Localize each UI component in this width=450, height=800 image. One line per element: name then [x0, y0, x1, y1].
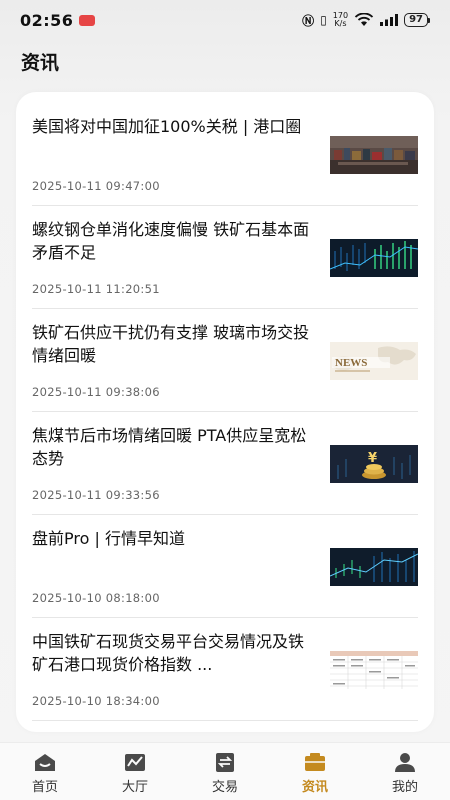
network-speed: 170 K/s — [333, 12, 348, 28]
news-item[interactable]: 焦煤节后市场情绪回暖 PTA供应呈宽松态势 2025-10-11 09:33:5… — [32, 412, 418, 515]
page-title: 资讯 — [21, 52, 60, 74]
news-title: 美国将对中国加征100%关税 | 港口圈 — [32, 117, 302, 136]
news-time: 2025-10-11 09:38:06 — [32, 385, 160, 399]
stock-chart-thumbnail — [330, 548, 418, 586]
news-map-thumbnail: NEWS — [330, 342, 418, 380]
news-text: 中国铁矿石现货交易平台交易情况及铁矿石港口现货价格指数 ... 2025-10-… — [32, 618, 316, 720]
news-text: 螺纹钢仓单消化速度偏慢 铁矿石基本面矛盾不足 2025-10-11 11:20:… — [32, 206, 316, 308]
status-bar: 02:56 Ⓝ ▯ 170 K/s 97 — [0, 0, 450, 40]
nav-item-news[interactable]: 资讯 — [280, 743, 350, 795]
stock-chart-thumbnail — [330, 239, 418, 277]
price-table-thumbnail — [330, 651, 418, 689]
news-list: 美国将对中国加征100%关税 | 港口圈 2025-10-11 09:47:00 — [16, 103, 434, 721]
news-icon — [305, 753, 325, 771]
news-item[interactable]: 螺纹钢仓单消化速度偏慢 铁矿石基本面矛盾不足 2025-10-11 11:20:… — [32, 206, 418, 309]
news-text: 铁矿石供应干扰仍有支撑 玻璃市场交投情绪回暖 2025-10-11 09:38:… — [32, 309, 316, 411]
svg-text:NEWS: NEWS — [335, 357, 367, 369]
speed-unit: K/s — [334, 19, 347, 28]
nav-item-hall[interactable]: 大厅 — [100, 743, 170, 795]
svg-text:¥: ¥ — [368, 451, 377, 466]
news-item[interactable]: 铁矿石供应干扰仍有支撑 玻璃市场交投情绪回暖 2025-10-11 09:38:… — [32, 309, 418, 412]
notification-badge-icon — [79, 15, 96, 26]
nav-label-trade: 交易 — [211, 780, 238, 795]
nav-label-news: 资讯 — [301, 780, 328, 795]
trade-icon — [216, 753, 234, 772]
news-text: 盘前Pro | 行情早知道 2025-10-10 08:18:00 — [32, 515, 316, 617]
port-containers-thumbnail — [330, 136, 418, 174]
news-title: 盘前Pro | 行情早知道 — [32, 529, 185, 548]
clock: 02:56 — [20, 10, 74, 30]
news-text: 美国将对中国加征100%关税 | 港口圈 2025-10-11 09:47:00 — [32, 103, 316, 205]
nav-label-profile: 我的 — [391, 780, 418, 795]
battery-level: 97 — [404, 13, 428, 27]
news-item[interactable]: 中国铁矿石现货交易平台交易情况及铁矿石港口现货价格指数 ... 2025-10-… — [32, 618, 418, 721]
status-icons: Ⓝ ▯ 170 K/s 97 — [302, 12, 430, 29]
nav-item-home[interactable]: 首页 — [10, 743, 80, 795]
nav-label-hall: 大厅 — [121, 780, 148, 795]
news-time: 2025-10-11 09:47:00 — [32, 179, 160, 193]
news-text: 焦煤节后市场情绪回暖 PTA供应呈宽松态势 2025-10-11 09:33:5… — [32, 412, 316, 514]
nav-item-profile[interactable]: 我的 — [370, 743, 440, 795]
bottom-nav: 首页 大厅 交易 资讯 我的 — [0, 742, 450, 800]
nav-item-trade[interactable]: 交易 — [190, 743, 260, 795]
news-item[interactable]: 盘前Pro | 行情早知道 2025-10-10 08:18:00 — [32, 515, 418, 618]
news-item[interactable]: 美国将对中国加征100%关税 | 港口圈 2025-10-11 09:47:00 — [32, 103, 418, 206]
news-time: 2025-10-10 08:18:00 — [32, 591, 160, 605]
battery-icon: 97 — [404, 13, 430, 27]
news-time: 2025-10-10 18:34:00 — [32, 694, 160, 708]
yuan-coins-thumbnail: ¥ — [330, 445, 418, 483]
nav-label-home: 首页 — [31, 780, 58, 795]
news-title: 焦煤节后市场情绪回暖 PTA供应呈宽松态势 — [32, 426, 307, 468]
news-title: 螺纹钢仓单消化速度偏慢 铁矿石基本面矛盾不足 — [32, 220, 310, 262]
wifi-icon — [354, 13, 374, 26]
news-time: 2025-10-11 09:33:56 — [32, 488, 160, 502]
news-card: 美国将对中国加征100%关税 | 港口圈 2025-10-11 09:47:00 — [16, 92, 434, 732]
profile-icon — [395, 753, 415, 772]
news-time: 2025-10-11 11:20:51 — [32, 282, 160, 296]
signal-icon — [380, 14, 399, 26]
vibrate-icon: ▯ — [320, 13, 327, 27]
news-title: 铁矿石供应干扰仍有支撑 玻璃市场交投情绪回暖 — [32, 323, 310, 365]
home-icon — [35, 754, 55, 771]
nfc-icon: Ⓝ — [302, 13, 315, 28]
news-title: 中国铁矿石现货交易平台交易情况及铁矿石港口现货价格指数 ... — [32, 632, 305, 674]
hall-icon — [125, 754, 145, 771]
